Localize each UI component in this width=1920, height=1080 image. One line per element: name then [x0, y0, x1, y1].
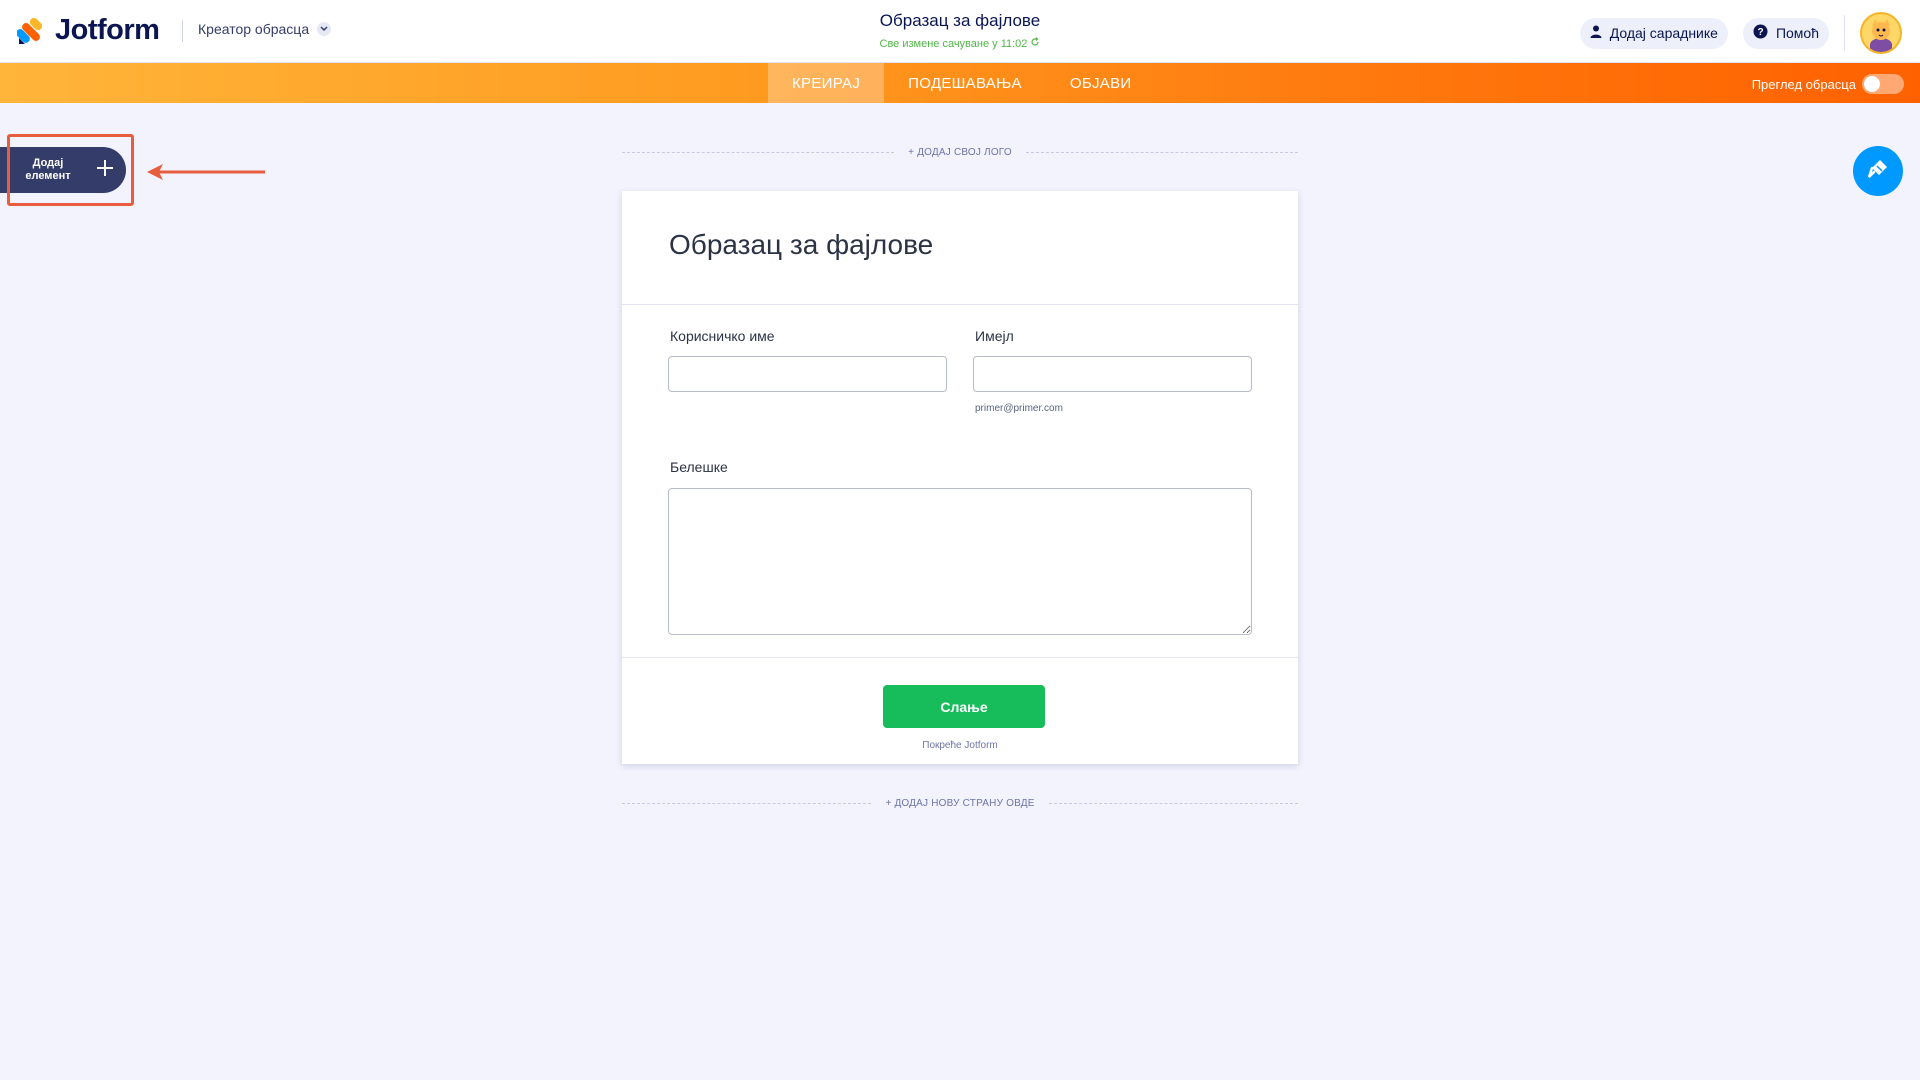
save-status-text: Све измене сачуване у 11:02 — [879, 38, 1028, 50]
username-label: Корисничко име — [670, 328, 775, 344]
add-collaborators-button[interactable]: Додај сараднике — [1579, 17, 1728, 49]
dashed-line — [622, 151, 895, 153]
email-input[interactable] — [973, 356, 1252, 392]
dashed-line — [622, 802, 872, 804]
add-element-label: Додај елемент — [0, 157, 96, 183]
top-bar: Jotform Креатор обрасца Образац за фајло… — [0, 0, 1920, 63]
preview-toggle[interactable] — [1862, 74, 1904, 94]
add-page-link[interactable]: + ДОДАЈ НОВУ СТРАНУ ОВДЕ — [871, 798, 1048, 809]
tab-publish[interactable]: ОБЈАВИ — [1046, 63, 1156, 103]
add-element-button[interactable]: Додај елемент — [0, 147, 126, 193]
arrow-pointer-icon — [145, 162, 267, 187]
add-logo-link[interactable]: + ДОДАЈ СВОЈ ЛОГО — [894, 147, 1026, 158]
form-card: Образац за фајлове Корисничко име Имејл … — [622, 191, 1298, 764]
header-actions: Додај сараднике ? Помоћ — [1579, 12, 1902, 54]
brand-name: Jotform — [55, 14, 160, 46]
email-label: Имејл — [975, 328, 1014, 344]
jotform-logo[interactable]: Jotform — [16, 14, 160, 47]
header-divider — [182, 20, 183, 42]
powered-by[interactable]: Покреће Jotform — [622, 740, 1298, 751]
notes-textarea[interactable] — [668, 488, 1252, 635]
form-heading: Образац за фајлове — [669, 229, 934, 260]
builder-tabs: КРЕИРАЈ ПОДЕШАВАЊА ОБЈАВИ — [768, 63, 1155, 103]
refresh-icon — [1030, 37, 1040, 50]
add-element-label-line2: елемент — [25, 170, 71, 182]
save-status: Све измене сачуване у 11:02 — [760, 37, 1160, 50]
paint-roller-icon — [1866, 157, 1890, 186]
add-page-row: + ДОДАЈ НОВУ СТРАНУ ОВДЕ — [622, 796, 1299, 810]
tab-settings[interactable]: ПОДЕШАВАЊА — [884, 63, 1046, 103]
user-icon — [1590, 25, 1602, 41]
header-separator — [1844, 15, 1845, 51]
form-title[interactable]: Образац за фајлове — [760, 11, 1160, 31]
chevron-down-icon — [317, 22, 332, 36]
help-label: Помоћ — [1775, 25, 1819, 41]
username-input[interactable] — [668, 356, 947, 392]
toggle-knob — [1864, 76, 1880, 92]
submit-button[interactable]: Слање — [883, 685, 1045, 728]
add-element-label-line1: Додај — [32, 157, 64, 169]
builder-nav-bar: КРЕИРАЈ ПОДЕШАВАЊА ОБЈАВИ Преглед обрасц… — [0, 63, 1920, 103]
tab-build[interactable]: КРЕИРАЈ — [768, 63, 885, 103]
jotform-logo-icon — [16, 17, 45, 45]
help-icon: ? — [1753, 24, 1768, 42]
form-title-area: Образац за фајлове Све измене сачуване у… — [760, 11, 1160, 50]
dashed-line — [1048, 802, 1299, 804]
help-button[interactable]: ? Помоћ — [1742, 17, 1829, 49]
section-divider — [622, 657, 1298, 658]
dashed-line — [1025, 151, 1299, 153]
avatar[interactable] — [1860, 12, 1902, 54]
add-collaborators-label: Додај сараднике — [1609, 25, 1718, 41]
form-designer-button[interactable] — [1853, 146, 1903, 196]
form-header[interactable]: Образац за фајлове — [622, 191, 1298, 305]
plus-icon — [96, 158, 114, 182]
add-logo-row: + ДОДАЈ СВОЈ ЛОГО — [622, 145, 1299, 159]
builder-dropdown[interactable]: Креатор обрасца — [198, 21, 332, 37]
svg-text:?: ? — [1757, 27, 1763, 38]
notes-label: Белешке — [670, 459, 728, 475]
builder-label: Креатор обрасца — [198, 21, 310, 37]
form-preview-toggle-area: Преглед обрасца — [1752, 74, 1904, 94]
email-sublabel: primer@primer.com — [975, 403, 1063, 414]
preview-label: Преглед обрасца — [1751, 76, 1856, 92]
